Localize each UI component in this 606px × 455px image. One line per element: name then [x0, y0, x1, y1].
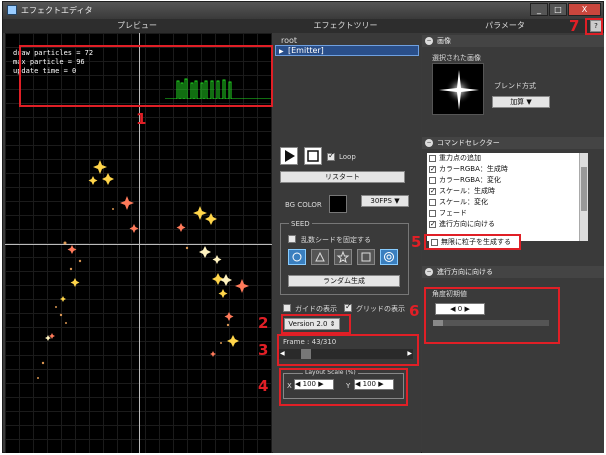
command-label: 進行方向に向ける	[439, 220, 495, 228]
command-label: スケール：変化	[439, 198, 488, 206]
image-section-title: 画像	[437, 37, 451, 45]
play-icon	[285, 150, 295, 162]
annotation-number-5: 5	[411, 233, 422, 251]
tree-item-emitter[interactable]: ▶ [Emitter]	[275, 45, 419, 56]
command-checkbox[interactable]	[429, 164, 436, 175]
loop-label: Loop	[339, 153, 356, 161]
command-item[interactable]: カラーRGBA：変化	[427, 175, 579, 186]
fps-value: 30FPS	[370, 197, 392, 205]
stop-icon	[307, 150, 319, 162]
seed-circle-button[interactable]	[288, 249, 306, 265]
triangle-icon	[315, 251, 325, 262]
command-item[interactable]: カラーRGBA：生成時	[427, 164, 579, 175]
annotation-number-4: 4	[258, 377, 269, 395]
direction-section-header[interactable]: − 進行方向に向ける	[422, 266, 604, 278]
annotation-number-2: 2	[258, 314, 269, 332]
command-item[interactable]: 進行方向に向ける	[427, 219, 579, 230]
dropdown-arrow-icon: ▼	[526, 98, 532, 106]
annotation-number-7: 7	[569, 17, 580, 35]
command-section-header[interactable]: − コマンドセレクター	[422, 137, 604, 149]
command-checkbox[interactable]	[429, 210, 436, 217]
annotation-box-1	[19, 45, 273, 107]
annotation-number-6: 6	[409, 302, 420, 320]
command-label: 重力点の追加	[439, 154, 481, 162]
annotation-box-4	[279, 368, 408, 406]
restart-button[interactable]: リスタート	[280, 171, 405, 183]
seed-target-button[interactable]	[380, 249, 398, 265]
preview-header: プレビュー	[3, 19, 271, 33]
tree-item-label: [Emitter]	[288, 46, 324, 55]
window-title: エフェクトエディタ	[21, 6, 93, 15]
minimize-button[interactable]: _	[530, 3, 548, 16]
annotation-number-3: 3	[258, 341, 269, 359]
command-item[interactable]: フェード	[427, 208, 579, 219]
tree-root[interactable]: root	[281, 36, 297, 45]
command-checkbox[interactable]	[429, 219, 436, 230]
sparkle-image	[439, 70, 479, 110]
fps-select[interactable]: 30FPS ▼	[361, 195, 409, 207]
command-section-title: コマンドセレクター	[437, 139, 500, 147]
blend-select[interactable]: 加算 ▼	[492, 96, 550, 108]
guide-checkbox[interactable]	[283, 304, 291, 312]
app-icon	[7, 5, 17, 15]
blend-label: ブレンド方式	[494, 82, 536, 90]
direction-section-title: 進行方向に向ける	[437, 268, 493, 276]
annotation-box-2	[281, 314, 351, 334]
collapse-icon[interactable]: −	[425, 139, 433, 147]
stop-button[interactable]	[304, 147, 322, 165]
grid-label: グリッドの表示	[356, 305, 405, 313]
dropdown-arrow-icon: ▼	[394, 197, 400, 205]
annotation-number-1: 1	[136, 110, 147, 128]
seed-star-button[interactable]	[334, 249, 352, 265]
scrollbar-thumb[interactable]	[581, 167, 587, 211]
square-icon	[361, 252, 371, 262]
random-generate-button[interactable]: ランダム生成	[288, 275, 400, 287]
star-icon	[336, 250, 350, 264]
command-label: カラーRGBA：生成時	[439, 165, 508, 173]
command-list[interactable]: 重力点の追加 カラーRGBA：生成時 カラーRGBA：変化 スケール：生成時 ス…	[427, 153, 579, 241]
command-checkbox[interactable]	[429, 155, 436, 162]
circle-icon	[292, 252, 302, 262]
play-button[interactable]	[280, 147, 298, 165]
annotation-box-6	[424, 287, 560, 344]
collapse-icon[interactable]: −	[425, 37, 433, 45]
seed-square-button[interactable]	[357, 249, 375, 265]
maximize-button[interactable]: □	[549, 3, 567, 16]
command-item[interactable]: 重力点の追加	[427, 153, 579, 164]
grid-checkbox[interactable]	[344, 302, 352, 312]
target-icon	[384, 252, 394, 262]
selected-image-thumbnail[interactable]	[432, 63, 484, 115]
close-button[interactable]: X	[568, 3, 601, 16]
command-label: スケール：生成時	[439, 187, 495, 195]
fix-seed-label: 乱数シードを固定する	[301, 236, 371, 244]
title-bar: エフェクトエディタ _ □ X	[3, 2, 603, 19]
command-checkbox[interactable]	[429, 199, 436, 206]
command-label: フェード	[439, 209, 467, 217]
command-label: カラーRGBA：変化	[439, 176, 501, 184]
guide-label: ガイドの表示	[295, 305, 337, 313]
selected-image-label: 選択された画像	[432, 54, 481, 62]
command-item[interactable]: スケール：変化	[427, 197, 579, 208]
bg-color-swatch[interactable]	[329, 195, 347, 213]
params-header: パラメータ	[420, 19, 590, 33]
annotation-box-7	[585, 18, 603, 35]
app-window: エフェクトエディタ _ □ X プレビュー エフェクトツリー パラメータ ? d…	[2, 1, 604, 453]
fix-seed-checkbox[interactable]	[288, 235, 296, 243]
annotation-box-5	[424, 234, 521, 250]
image-section-header[interactable]: − 画像	[422, 35, 604, 47]
command-checkbox[interactable]	[429, 186, 436, 197]
loop-checkbox[interactable]	[327, 151, 335, 161]
bg-color-label: BG COLOR	[285, 201, 322, 209]
annotation-box-3	[277, 334, 419, 366]
blend-value: 加算	[510, 98, 525, 106]
seed-triangle-button[interactable]	[311, 249, 329, 265]
play-arrow-icon: ▶	[279, 48, 284, 55]
command-list-scrollbar[interactable]	[579, 153, 588, 241]
collapse-icon[interactable]: −	[425, 268, 433, 276]
command-checkbox[interactable]	[429, 177, 436, 184]
command-item[interactable]: スケール：生成時	[427, 186, 579, 197]
seed-title: SEED	[289, 220, 312, 228]
tree-header: エフェクトツリー	[271, 19, 420, 33]
